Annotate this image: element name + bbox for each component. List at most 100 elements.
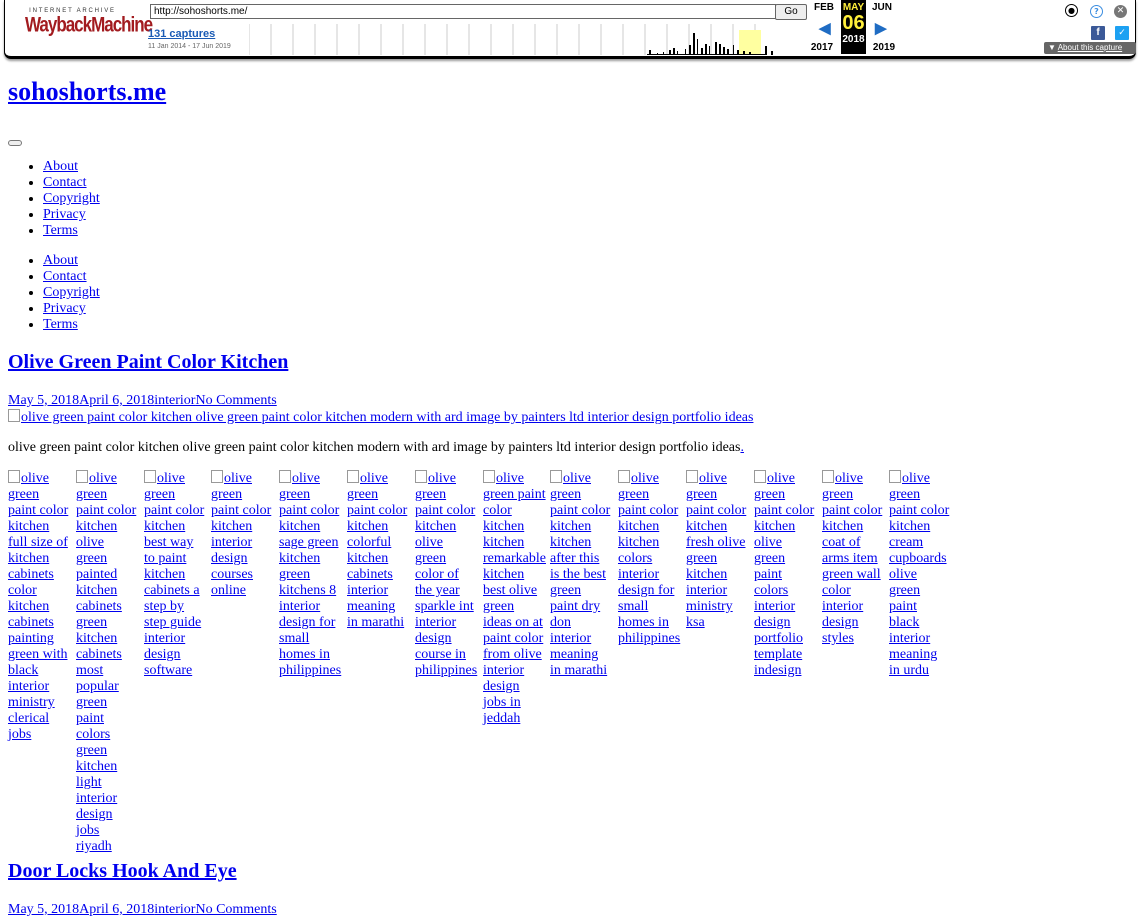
gallery-item-line: green paint	[483, 487, 546, 502]
gallery-item-line: from olive	[483, 647, 542, 662]
wayback-current-day: 06	[842, 12, 865, 34]
post-read-more-link[interactable]: .	[740, 440, 744, 455]
gallery-item-line: jeddah	[483, 711, 521, 726]
menu-link-about[interactable]: About	[43, 159, 78, 174]
gallery-item[interactable]: olive green paint color kitchen kitchen after…	[550, 470, 616, 679]
gallery-item-line: kitchen	[618, 519, 660, 534]
gallery-item-line: green	[686, 487, 718, 502]
gallery-item-line: paint color	[8, 503, 69, 518]
broken-image-icon	[822, 470, 834, 483]
gallery-item[interactable]: olive green paint color kitchen coat of arms …	[822, 470, 888, 647]
gallery-item-line: kitchen	[483, 567, 525, 582]
gallery-item-line: ksa	[686, 615, 705, 630]
wayback-logo-main: WaybackMachine	[25, 12, 153, 37]
gallery-item-line: green	[483, 599, 515, 614]
facebook-icon[interactable]: f	[1091, 26, 1105, 40]
site-title[interactable]: sohoshorts.me	[8, 77, 166, 107]
broken-image-icon	[211, 470, 223, 483]
post-category-link[interactable]: interior	[154, 902, 195, 917]
menu-link-copyright[interactable]: Copyright	[43, 285, 100, 300]
gallery-item[interactable]: olive green paint color kitchen kitchen remar…	[483, 470, 549, 727]
gallery-item-line: courses	[211, 567, 253, 582]
gallery-item-line: course in	[415, 647, 466, 662]
wayback-prev-month[interactable]: FEB	[810, 2, 838, 13]
wayback-logo[interactable]: INTERNET ARCHIVE WaybackMachine	[25, 8, 153, 37]
gallery-item-line: ideas on at	[483, 615, 543, 630]
gallery-item-line: green	[8, 487, 40, 502]
close-icon[interactable]: ✕	[1114, 5, 1127, 18]
wayback-sparkline[interactable]	[249, 24, 779, 55]
gallery-item[interactable]: olive green paint color kitchen cream cupboar…	[889, 470, 955, 679]
gallery-item-line: most	[76, 663, 104, 678]
post-category-link[interactable]: interior	[154, 393, 195, 408]
menu-link-terms[interactable]: Terms	[43, 317, 78, 332]
broken-image-icon	[279, 470, 291, 483]
wayback-prev-arrow-icon[interactable]: ◀	[819, 19, 831, 37]
gallery-item-line: paint	[76, 711, 104, 726]
gallery-item[interactable]: olive green paint color kitchen olive green pa…	[754, 470, 820, 679]
menu-link-privacy[interactable]: Privacy	[43, 207, 86, 222]
gallery-item[interactable]: olive green paint color kitchen kitchen color…	[618, 470, 684, 647]
wayback-next-arrow-icon[interactable]: ▶	[875, 19, 887, 37]
gallery-item-line: interior	[415, 615, 457, 630]
gallery-item-line: paint color	[279, 503, 340, 518]
broken-image-icon	[8, 470, 20, 483]
gallery-item-line: green	[279, 567, 311, 582]
user-icon[interactable]: ●	[1065, 4, 1078, 17]
menu-link-contact[interactable]: Contact	[43, 269, 87, 284]
gallery-item-line: don	[550, 615, 571, 630]
gallery-item[interactable]: olive green paint color kitchen colorful kitc…	[347, 470, 413, 631]
gallery-item-line: kitchen	[8, 599, 50, 614]
post-title[interactable]: Door Locks Hook And Eye	[8, 860, 237, 883]
post-comments-link[interactable]: No Comments	[195, 393, 276, 408]
post-featured-image-link[interactable]: olive green paint color kitchen olive gr…	[8, 409, 753, 425]
menu-link-copyright[interactable]: Copyright	[43, 191, 100, 206]
gallery-item-line: paint color	[76, 503, 137, 518]
menu-link-terms[interactable]: Terms	[43, 223, 78, 238]
post-featured-image[interactable]: olive green paint color kitchen olive gr…	[8, 409, 753, 426]
gallery-item-line: kitchens 8	[279, 583, 337, 598]
gallery-item-line: kitchen	[618, 535, 660, 550]
help-icon[interactable]: ?	[1090, 5, 1103, 18]
post-comments-link[interactable]: No Comments	[195, 902, 276, 917]
gallery-item-line: painting	[8, 631, 54, 646]
wayback-next-month[interactable]: JUN	[868, 2, 896, 13]
gallery-item[interactable]: olive green paint color kitchen olive green co…	[415, 470, 481, 679]
gallery-item-line: green	[76, 615, 108, 630]
gallery-item-line: interior	[76, 791, 118, 806]
gallery-item[interactable]: olive green paint color kitchen olive green pa…	[76, 470, 142, 855]
gallery-item-line: olive	[21, 471, 49, 486]
post-title[interactable]: Olive Green Paint Color Kitchen	[8, 351, 288, 374]
menu-link-privacy[interactable]: Privacy	[43, 301, 86, 316]
gallery-item-line: olive	[754, 535, 782, 550]
gallery-item-line: green	[889, 583, 921, 598]
gallery-item-line: paint	[889, 599, 917, 614]
post-date-link[interactable]: May 5, 2018April 6, 2018	[8, 902, 154, 917]
gallery-item[interactable]: olive green paint color kitchen sage green ki…	[279, 470, 345, 679]
menu-item-copyright: Copyright	[43, 285, 100, 301]
gallery-item-line: small	[618, 599, 649, 614]
menu-toggle-button[interactable]	[8, 140, 22, 146]
menu-link-contact[interactable]: Contact	[43, 175, 87, 190]
post-date-link[interactable]: May 5, 2018April 6, 2018	[8, 393, 154, 408]
gallery-item-line: cabinets	[76, 647, 122, 662]
wayback-prev-year[interactable]: 2017	[808, 42, 836, 53]
gallery-item-line: olive	[496, 471, 524, 486]
broken-image-icon	[754, 470, 766, 483]
gallery-item-line: kitchen	[76, 759, 118, 774]
menu-item-terms: Terms	[43, 317, 100, 333]
wayback-captures-link[interactable]: 131 captures	[148, 28, 215, 40]
gallery-item[interactable]: olive green paint color kitchen interior desi…	[211, 470, 277, 599]
wayback-url-input[interactable]: http://sohoshorts.me/	[150, 4, 776, 19]
gallery-item[interactable]: olive green paint color kitchen full size of…	[8, 470, 74, 743]
wayback-next-year[interactable]: 2019	[870, 42, 898, 53]
menu-link-about[interactable]: About	[43, 253, 78, 268]
twitter-icon[interactable]: ✓	[1115, 26, 1129, 40]
wayback-go-button[interactable]: Go	[775, 4, 807, 20]
gallery-item-line: design	[754, 615, 791, 630]
gallery-item-line: interior	[144, 631, 186, 646]
gallery-item[interactable]: olive green paint color kitchen best way to p…	[144, 470, 210, 679]
gallery-item-line: green	[550, 583, 582, 598]
gallery-item[interactable]: olive green paint color kitchen fresh olive g…	[686, 470, 752, 631]
wayback-about-capture-button[interactable]: ▼ About this capture	[1044, 42, 1136, 54]
